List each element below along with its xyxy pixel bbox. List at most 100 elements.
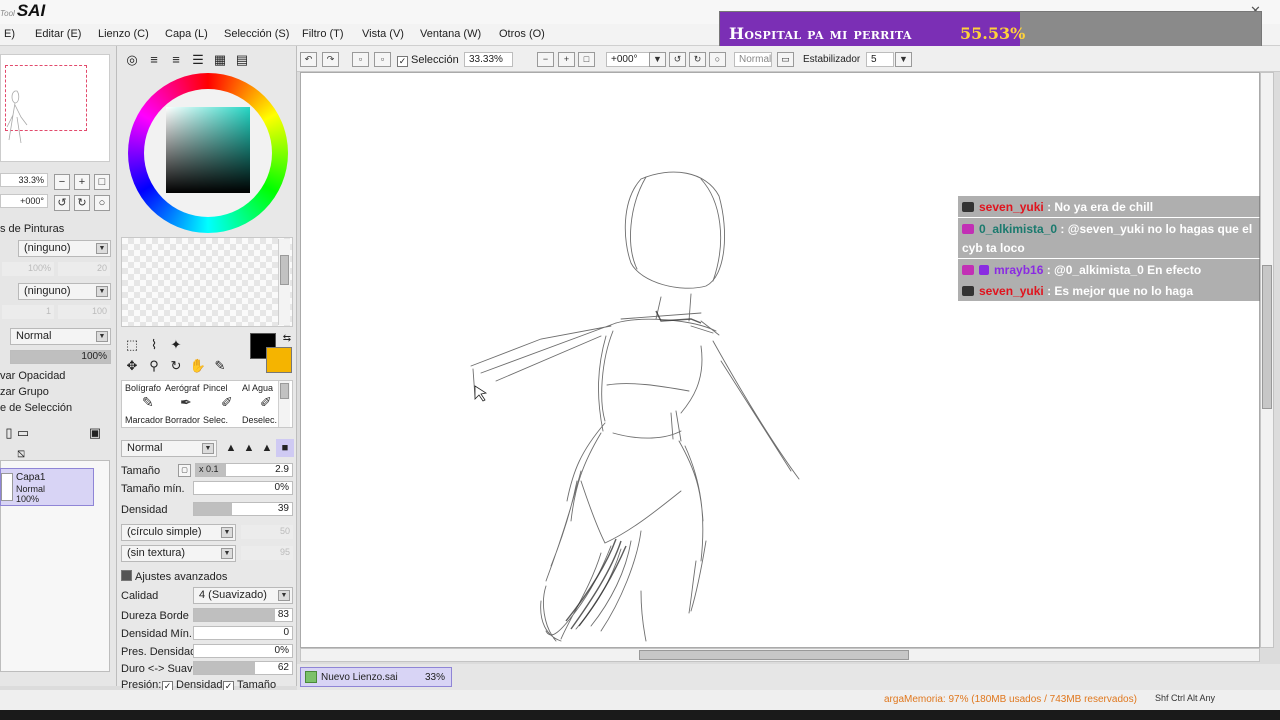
brush-aerografo[interactable]: Aerógraf <box>165 383 200 393</box>
menu-item-vista[interactable]: Vista (V) <box>362 28 404 40</box>
texture-select[interactable]: (ninguno) ▼ <box>18 240 111 257</box>
brush-selec[interactable]: Selec. <box>203 415 228 425</box>
canvas-horizontal-scrollbar[interactable] <box>300 648 1260 662</box>
layer-opacity-slider[interactable]: 100% <box>10 350 111 364</box>
brush-marcador[interactable]: Marcador <box>125 415 163 425</box>
menu-item-ventana[interactable]: Ventana (W) <box>420 28 481 40</box>
brush-shape-2-icon[interactable]: ▲ <box>240 439 258 457</box>
eyedropper-icon[interactable]: ✎ <box>211 357 229 375</box>
texture-scale-field: 20 <box>58 262 110 276</box>
redo-button[interactable]: ↷ <box>322 52 339 67</box>
size-multiplier-button[interactable]: ▢ <box>178 464 191 477</box>
rotate-right-button[interactable]: ↻ <box>74 195 90 211</box>
navigator-preview[interactable] <box>0 54 110 162</box>
density-slider[interactable]: 39 <box>193 502 293 516</box>
brush-grid-scrollbar[interactable] <box>278 381 290 427</box>
navigator-zoom-field[interactable]: 33.3% <box>0 173 48 187</box>
preserve-opacity-option[interactable]: var Opacidad <box>0 370 65 382</box>
menu-item-otros[interactable]: Otros (O) <box>499 28 545 40</box>
drawing-canvas[interactable] <box>300 72 1260 648</box>
move-icon[interactable]: ✥ <box>123 357 141 375</box>
brush-texture-select[interactable]: (sin textura) ▼ <box>121 545 236 562</box>
angle-field[interactable]: +000° <box>606 52 650 67</box>
toolbar-zoom-out-button[interactable]: − <box>537 52 554 67</box>
toolbar-rotate-reset-button[interactable]: ○ <box>709 52 726 67</box>
zoom-in-button[interactable]: + <box>74 174 90 190</box>
document-tab[interactable]: Nuevo Lienzo.sai 33% <box>300 667 452 687</box>
chat-badge-icon <box>979 265 989 275</box>
brush-deselec[interactable]: Deselec. <box>242 415 277 425</box>
grid-tab-icon[interactable]: ▦ <box>211 51 229 69</box>
magic-wand-icon[interactable]: ✦ <box>167 336 185 354</box>
min-density-slider[interactable]: 0 <box>193 626 293 640</box>
brush-pincel[interactable]: Pincel <box>203 383 228 393</box>
selection-source-option[interactable]: e de Selección <box>0 402 72 414</box>
angle-dropdown-button[interactable]: ▼ <box>649 52 666 67</box>
layer-mask-icon[interactable]: ▣ <box>86 424 104 442</box>
brush-shape-1-icon[interactable]: ▲ <box>222 439 240 457</box>
brush-borrador[interactable]: Borrador <box>165 415 200 425</box>
navigator-angle-field[interactable]: +000° <box>0 194 48 208</box>
toolbar-rotate-right-button[interactable]: ↻ <box>689 52 706 67</box>
zoom-out-button[interactable]: − <box>54 174 70 190</box>
view-mode-field[interactable]: Normal <box>734 52 772 67</box>
memory-status: argaMemoria: 97% (180MB usados / 743MB r… <box>884 694 1137 705</box>
hard-soft-slider[interactable]: 62 <box>193 661 293 675</box>
quality-select[interactable]: 4 (Suavizado) ▼ <box>193 587 293 604</box>
brush-texture-strength-field: 95 <box>241 546 293 560</box>
brush-shape-4-icon[interactable]: ■ <box>276 439 294 457</box>
rotate-icon[interactable]: ↻ <box>167 357 185 375</box>
rect-select-icon[interactable]: ⬚ <box>123 336 141 354</box>
menu-item-seleccion[interactable]: Selección (S) <box>224 28 289 40</box>
airbrush-icon: ✒ <box>180 394 192 410</box>
menu-item-capa[interactable]: Capa (L) <box>165 28 208 40</box>
menu-item-e[interactable]: E) <box>4 28 15 40</box>
advanced-settings-toggle[interactable]: Ajustes avanzados <box>121 570 227 583</box>
size-slider[interactable]: x 0.1 2.9 <box>195 463 293 477</box>
min-size-slider[interactable]: 0% <box>193 481 293 495</box>
toolbar-zoom-in-button[interactable]: + <box>558 52 575 67</box>
rgb-slider-tab-icon[interactable]: ≡ <box>145 51 163 69</box>
layer-item-capa1[interactable]: Capa1 Normal 100% <box>0 468 94 506</box>
swap-colors-icon[interactable]: ⇆ <box>278 330 296 348</box>
brush-blend-select[interactable]: Normal ▼ <box>121 440 217 457</box>
brush-boligrafo[interactable]: Bolígrafo <box>125 383 161 393</box>
menu-item-lienzo[interactable]: Lienzo (C) <box>98 28 149 40</box>
menu-item-filtro[interactable]: Filtro (T) <box>302 28 344 40</box>
brush-al-agua[interactable]: Al Agua <box>242 383 273 393</box>
edge-hardness-slider[interactable]: 83 <box>193 608 293 622</box>
layer-blend-select[interactable]: Normal ▼ <box>10 328 111 345</box>
saturation-value-picker[interactable] <box>166 107 250 193</box>
selection-toggle[interactable]: ✓ Selección <box>397 54 459 67</box>
stabilizer-field[interactable]: 5 <box>866 52 894 67</box>
canvas-vertical-scrollbar[interactable] <box>1260 72 1274 648</box>
undo-button[interactable]: ↶ <box>300 52 317 67</box>
zoom-reset-button[interactable]: □ <box>94 174 110 190</box>
color-wheel-tab-icon[interactable]: ◎ <box>123 51 141 69</box>
rotate-left-button[interactable]: ↺ <box>54 195 70 211</box>
scratchpad[interactable] <box>121 237 293 327</box>
pressure-density-slider[interactable]: 0% <box>193 644 293 658</box>
scratchpad-scrollbar[interactable] <box>278 239 290 325</box>
brush-shape-select[interactable]: (círculo simple) ▼ <box>121 524 236 541</box>
deselect-button[interactable]: ▫ <box>352 52 369 67</box>
brush-shape-3-icon[interactable]: ▲ <box>258 439 276 457</box>
invert-selection-button[interactable]: ▫ <box>374 52 391 67</box>
hand-icon[interactable]: ✋ <box>189 357 207 375</box>
menu-item-editar[interactable]: Editar (E) <box>35 28 81 40</box>
clip-group-option[interactable]: zar Grupo <box>0 386 49 398</box>
zoom-icon[interactable]: ⚲ <box>145 357 163 375</box>
swatches-tab-icon[interactable]: ☰ <box>189 51 207 69</box>
new-folder-icon[interactable]: ▭ <box>14 424 32 442</box>
effect-select[interactable]: (ninguno) ▼ <box>18 283 111 300</box>
toolbar-rotate-left-button[interactable]: ↺ <box>669 52 686 67</box>
lasso-icon[interactable]: ⌇ <box>145 336 163 354</box>
scratchpad-tab-icon[interactable]: ▤ <box>233 51 251 69</box>
rotate-reset-button[interactable]: ○ <box>94 195 110 211</box>
secondary-color-swatch[interactable] <box>266 347 292 373</box>
zoom-field[interactable]: 33.33% <box>464 52 513 67</box>
hsv-slider-tab-icon[interactable]: ≡ <box>167 51 185 69</box>
stabilizer-dropdown-button[interactable]: ▼ <box>895 52 912 67</box>
toolbar-zoom-reset-button[interactable]: □ <box>578 52 595 67</box>
view-mode-button[interactable]: ▭ <box>777 52 794 67</box>
